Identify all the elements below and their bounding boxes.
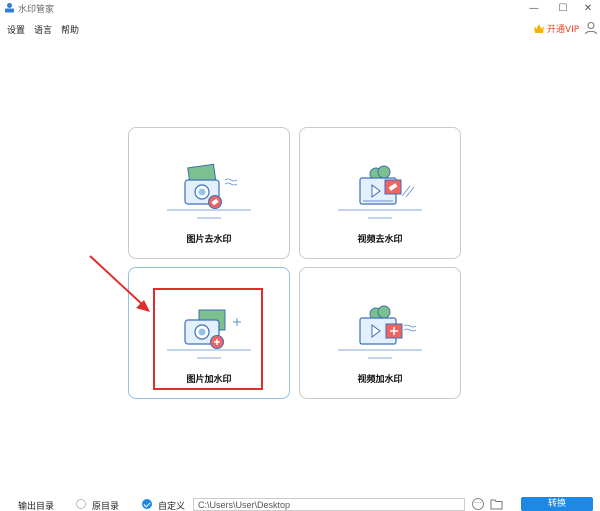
original-dir-label: 原目录 bbox=[92, 502, 120, 511]
maximize-button[interactable]: ☐ bbox=[551, 0, 575, 16]
more-options-button[interactable]: ··· bbox=[472, 498, 484, 510]
card-remove-video-watermark[interactable]: 视频去水印 bbox=[299, 127, 461, 259]
vip-label: 开通VIP bbox=[547, 24, 580, 35]
video-eraser-icon bbox=[338, 165, 422, 219]
annotation-arrow bbox=[89, 255, 150, 312]
bottom-bar: 输出目录 原目录 自定义 ··· 转换 bbox=[0, 497, 600, 511]
menu-settings[interactable]: 设置 bbox=[7, 23, 25, 36]
app-logo-icon bbox=[5, 3, 14, 13]
title-bar: 水印管家 — ☐ ✕ bbox=[0, 0, 600, 16]
photo-camera-eraser-icon bbox=[167, 163, 251, 219]
radio-custom-dir[interactable] bbox=[142, 499, 152, 509]
close-button[interactable]: ✕ bbox=[576, 0, 600, 16]
user-icon[interactable] bbox=[584, 21, 598, 35]
minimize-button[interactable]: — bbox=[522, 0, 546, 16]
convert-button[interactable]: 转换 bbox=[521, 497, 593, 511]
output-path-input[interactable] bbox=[193, 498, 465, 511]
menu-bar: 设置 语言 帮助 bbox=[0, 20, 600, 38]
video-plus-icon bbox=[338, 305, 422, 359]
output-dir-label: 输出目录 bbox=[18, 502, 55, 511]
menu-language[interactable]: 语言 bbox=[34, 23, 52, 36]
window-title: 水印管家 bbox=[18, 5, 55, 15]
custom-dir-label: 自定义 bbox=[158, 502, 186, 511]
folder-icon[interactable] bbox=[490, 498, 503, 510]
card-remove-image-watermark[interactable]: 图片去水印 bbox=[128, 127, 290, 259]
menu-help[interactable]: 帮助 bbox=[61, 23, 79, 36]
annotation-highlight-box bbox=[153, 288, 263, 390]
card-add-video-watermark[interactable]: 视频加水印 bbox=[299, 267, 461, 399]
card-label: 视频加水印 bbox=[357, 375, 403, 385]
crown-icon bbox=[534, 23, 544, 33]
card-label: 图片去水印 bbox=[186, 235, 232, 245]
radio-original-dir[interactable] bbox=[76, 499, 86, 509]
vip-button[interactable]: 开通VIP bbox=[533, 21, 579, 35]
card-label: 视频去水印 bbox=[357, 235, 403, 245]
